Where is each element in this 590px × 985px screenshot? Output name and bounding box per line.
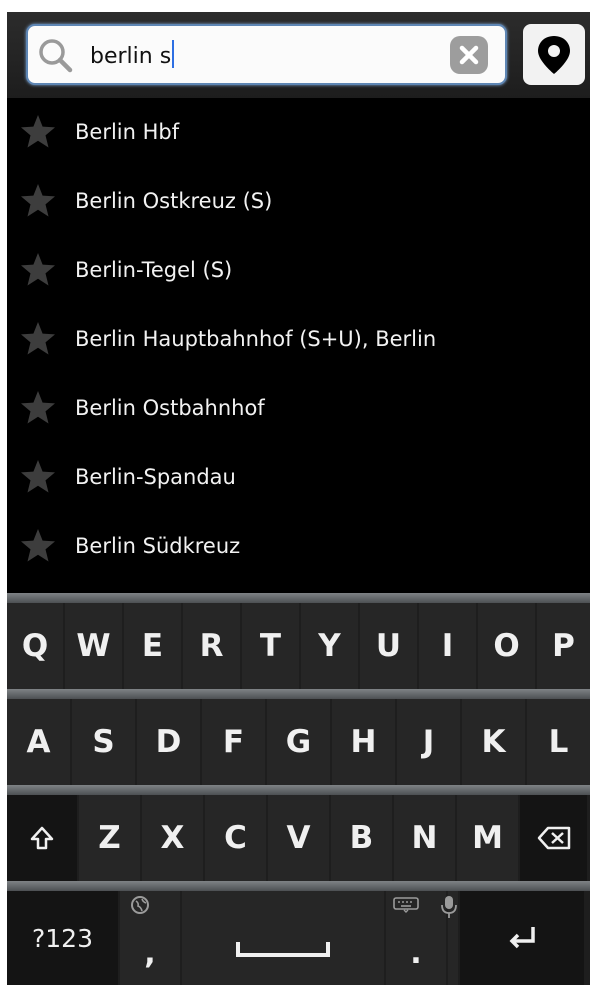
space-key[interactable] [182, 891, 384, 985]
key-e[interactable]: E [124, 603, 181, 689]
keyboard-row-divider [7, 785, 590, 795]
result-item[interactable]: Berlin Ostkreuz (S) [7, 167, 590, 236]
backspace-icon [537, 826, 570, 850]
search-input[interactable]: berlin s [26, 24, 507, 85]
location-pin-icon [538, 36, 570, 74]
keyboard-row-divider [7, 881, 590, 891]
keyboard-icon [393, 897, 419, 913]
clear-search-button[interactable] [450, 36, 488, 74]
key-u[interactable]: U [360, 603, 417, 689]
symbols-key[interactable]: ?123 [7, 891, 118, 985]
key-p[interactable]: P [537, 603, 590, 689]
shift-key[interactable] [7, 795, 77, 881]
star-icon[interactable] [20, 459, 56, 495]
app-screen: berlin s Berlin Hbf Berlin Ostkreuz (S) [7, 12, 590, 985]
key-o[interactable]: O [478, 603, 535, 689]
star-icon[interactable] [20, 114, 56, 150]
result-label: Berlin Südkreuz [75, 534, 241, 558]
keyboard-row-4: ?123 , . [7, 891, 590, 985]
keyboard-row-divider [7, 593, 590, 603]
key-h[interactable]: H [332, 699, 395, 785]
search-bar: berlin s [7, 12, 590, 98]
enter-key[interactable] [460, 891, 584, 985]
key-d[interactable]: D [137, 699, 200, 785]
keyboard-row-2: A S D F G H J K L [7, 699, 590, 785]
result-label: Berlin-Spandau [75, 465, 236, 489]
period-label: . [410, 936, 422, 971]
key-z[interactable]: Z [79, 795, 140, 881]
shift-icon [30, 826, 54, 850]
key-i[interactable]: I [419, 603, 476, 689]
enter-icon [509, 927, 535, 949]
keyboard-row-1: Q W E R T Y U I O P [7, 603, 590, 689]
key-j[interactable]: J [397, 699, 460, 785]
result-item[interactable]: Berlin-Tegel (S) [7, 236, 590, 305]
key-g[interactable]: G [267, 699, 330, 785]
key-r[interactable]: R [183, 603, 240, 689]
star-icon[interactable] [20, 183, 56, 219]
globe-icon [131, 896, 149, 914]
result-item[interactable]: Berlin Hauptbahnhof (S+U), Berlin [7, 305, 590, 374]
star-icon[interactable] [20, 252, 56, 288]
period-key[interactable]: . [386, 891, 446, 985]
space-icon [236, 942, 330, 957]
keyboard-row-divider [7, 689, 590, 699]
result-item[interactable]: Berlin Ostbahnhof [7, 374, 590, 443]
key-a[interactable]: A [7, 699, 70, 785]
key-s[interactable]: S [72, 699, 135, 785]
key-n[interactable]: N [394, 795, 455, 881]
key-y[interactable]: Y [301, 603, 358, 689]
text-caret [172, 40, 175, 68]
key-v[interactable]: V [268, 795, 329, 881]
result-label: Berlin Ostbahnhof [75, 396, 265, 420]
virtual-keyboard: Q W E R T Y U I O P A S D F G H J K L Z … [7, 593, 590, 985]
microphone-icon [441, 896, 457, 918]
current-location-button[interactable] [523, 24, 585, 85]
search-query: berlin s [90, 44, 172, 69]
key-b[interactable]: B [331, 795, 392, 881]
backspace-key[interactable] [520, 795, 587, 881]
key-k[interactable]: K [462, 699, 525, 785]
result-label: Berlin Hauptbahnhof (S+U), Berlin [75, 327, 437, 351]
star-icon[interactable] [20, 528, 56, 564]
comma-label: , [144, 936, 156, 971]
comma-key[interactable]: , [120, 891, 180, 985]
key-l[interactable]: L [527, 699, 590, 785]
key-m[interactable]: M [457, 795, 518, 881]
key-x[interactable]: X [142, 795, 203, 881]
results-list: Berlin Hbf Berlin Ostkreuz (S) Berlin-Te… [7, 98, 590, 581]
close-icon [459, 45, 479, 65]
key-gap [441, 891, 458, 985]
key-f[interactable]: F [202, 699, 265, 785]
result-item[interactable]: Berlin Hbf [7, 98, 590, 167]
search-icon [39, 39, 73, 73]
key-q[interactable]: Q [7, 603, 63, 689]
star-icon[interactable] [20, 321, 56, 357]
result-label: Berlin-Tegel (S) [75, 258, 233, 282]
result-label: Berlin Ostkreuz (S) [75, 189, 273, 213]
result-item[interactable]: Berlin-Spandau [7, 443, 590, 512]
key-c[interactable]: C [205, 795, 266, 881]
star-icon[interactable] [20, 390, 56, 426]
result-label: Berlin Hbf [75, 120, 180, 144]
keyboard-row-3: Z X C V B N M [7, 795, 590, 881]
key-t[interactable]: T [242, 603, 299, 689]
result-item[interactable]: Berlin Südkreuz [7, 512, 590, 581]
key-w[interactable]: W [65, 603, 122, 689]
